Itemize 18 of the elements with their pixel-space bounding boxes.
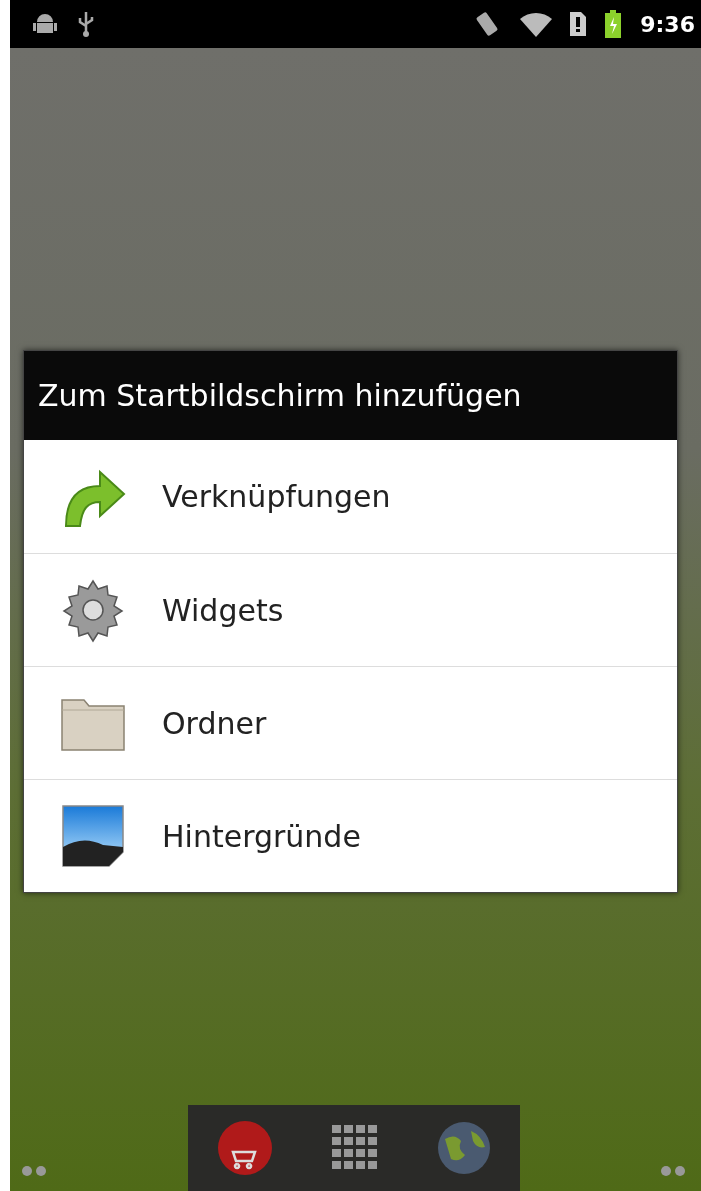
shopping-cart-badge-icon[interactable]: [216, 1120, 273, 1176]
menu-item[interactable]: Ordner: [24, 666, 677, 779]
app-grid-icon[interactable]: [330, 1124, 379, 1172]
landscape-picture-icon: [60, 803, 126, 869]
page-dots-icon: [659, 1165, 687, 1177]
menu-item[interactable]: Widgets: [24, 553, 677, 666]
gear-icon: [60, 577, 126, 643]
globe-icon[interactable]: [436, 1121, 491, 1175]
menu-item[interactable]: Verknüpfungen: [24, 440, 677, 553]
android-robot-icon: [32, 12, 58, 36]
dialog-title: Zum Startbildschirm hinzufügen: [24, 351, 677, 440]
wifi-icon: [520, 11, 553, 37]
battery-charging-icon: [604, 10, 623, 38]
usb-icon: [76, 10, 96, 38]
no-sim-icon: [570, 12, 587, 36]
menu-item[interactable]: Hintergründe: [24, 779, 677, 892]
page-dots-icon: [20, 1165, 48, 1177]
clock-time: 9:36: [640, 11, 695, 37]
